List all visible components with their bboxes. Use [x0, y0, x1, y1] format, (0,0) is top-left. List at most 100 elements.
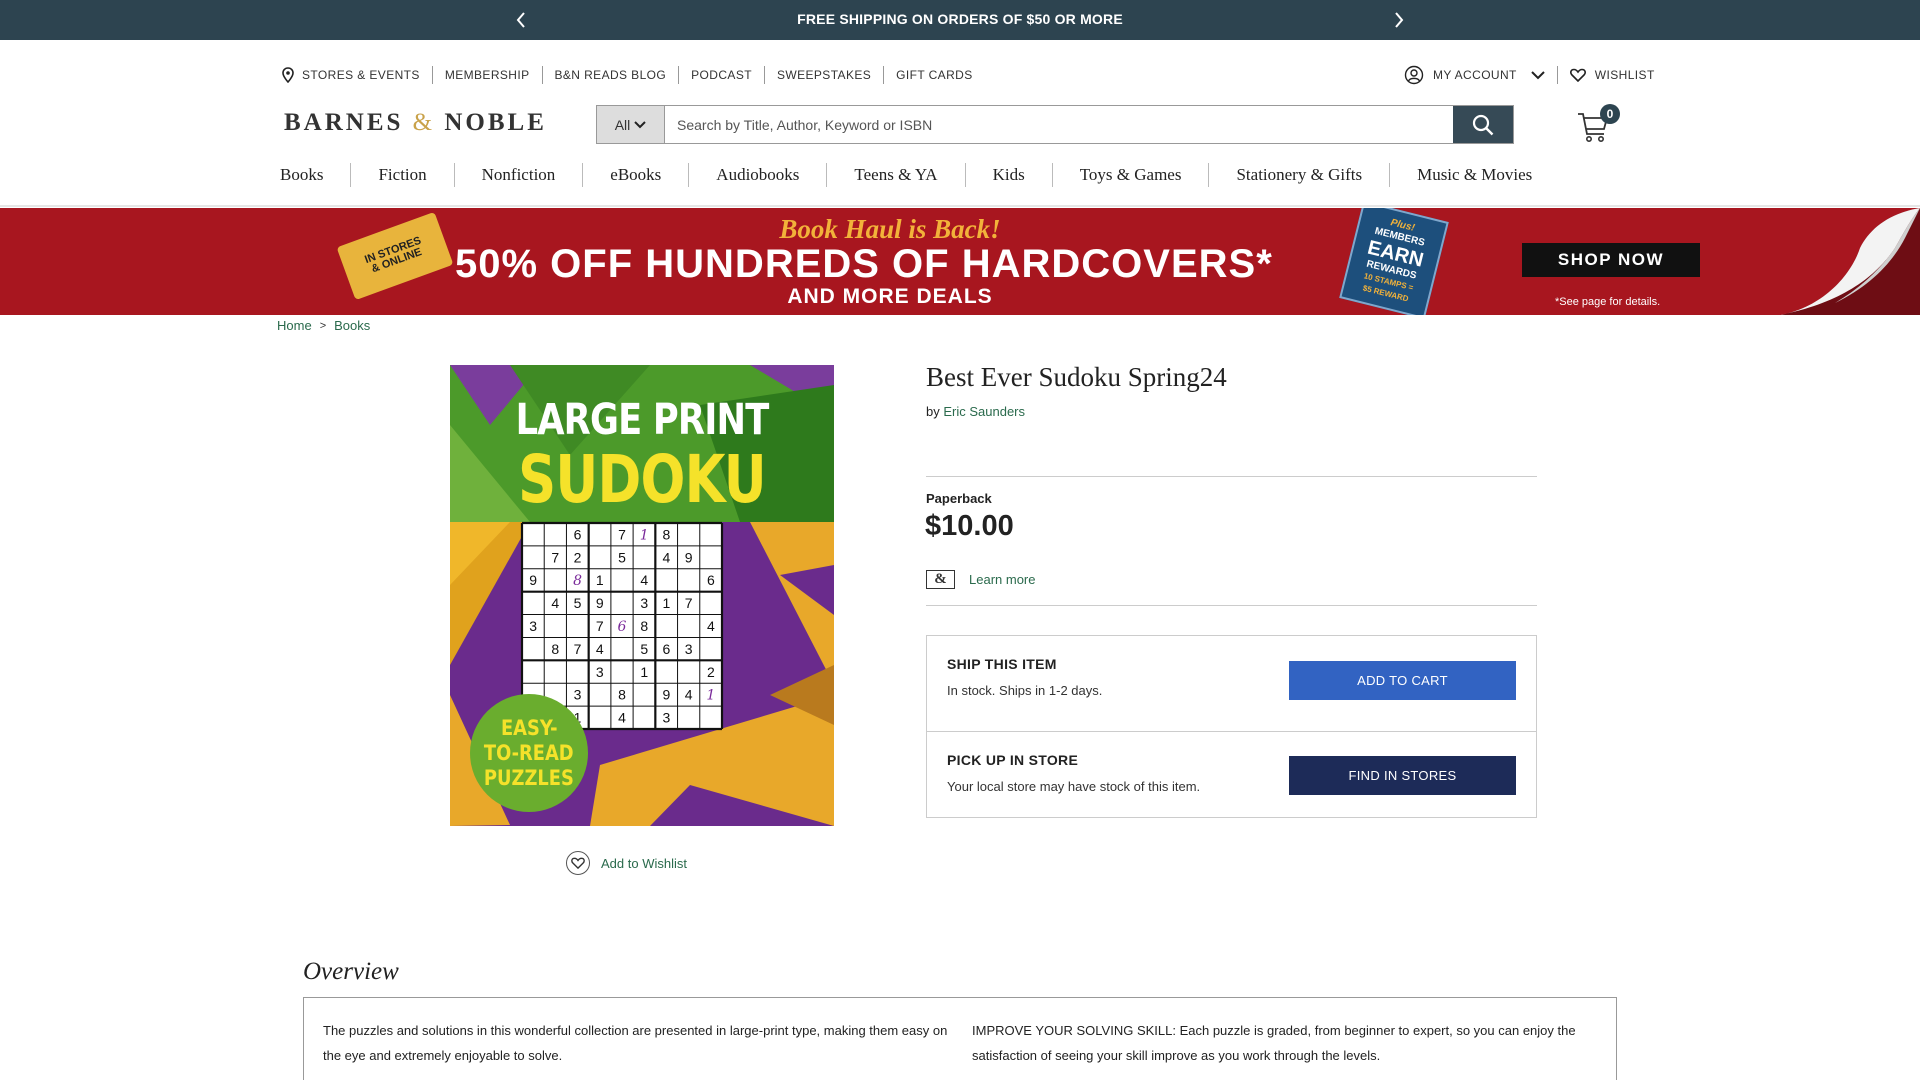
sudoku-cell-digit: 7	[685, 595, 693, 611]
wishlist-header-link[interactable]: WISHLIST	[1569, 66, 1655, 84]
utility-label: SWEEPSTAKES	[776, 68, 872, 82]
utility-gift-cards[interactable]: GIFT CARDS	[883, 66, 984, 84]
sudoku-cell-digit: 4	[618, 710, 626, 726]
sudoku-cell-digit: 8	[551, 641, 559, 657]
site-logo[interactable]: BARNES & NOBLE	[284, 109, 547, 137]
promo-banner[interactable]: IN STORES & ONLINE Book Haul is Back! 50…	[0, 208, 1920, 315]
find-in-stores-button[interactable]: FIND IN STORES	[1289, 756, 1516, 795]
sudoku-cell-digit: 3	[663, 710, 671, 726]
sudoku-cell-digit: 3	[529, 618, 537, 634]
add-to-wishlist-link[interactable]: Add to Wishlist	[566, 851, 687, 875]
sudoku-cell-digit: 7	[618, 526, 626, 542]
product-format: Paperback	[926, 491, 992, 506]
utility-reads-blog[interactable]: B&N READS BLOG	[541, 66, 679, 84]
nav-fiction[interactable]: Fiction	[350, 163, 453, 187]
nav-toys-games[interactable]: Toys & Games	[1051, 163, 1209, 187]
utility-nav: STORES & EVENTS MEMBERSHIP B&N READS BLO…	[282, 66, 985, 84]
my-account-button[interactable]: MY ACCOUNT	[1404, 65, 1545, 85]
sticker-line-1: EASY-	[500, 715, 558, 740]
account-divider	[1556, 66, 1558, 84]
cover-title-line-2: SUDOKU	[518, 441, 766, 518]
sudoku-cell-digit: 9	[663, 687, 671, 703]
promo-message[interactable]: FREE SHIPPING ON ORDERS OF $50 OR MORE	[0, 11, 1920, 27]
add-to-cart-button[interactable]: ADD TO CART	[1289, 661, 1516, 700]
banner-subline: AND MORE DEALS	[787, 285, 993, 308]
sudoku-cell-digit: 5	[574, 595, 582, 611]
product-cover-image[interactable]: LARGE PRINT SUDOKU 671872549981464593173…	[450, 365, 834, 826]
page-curl-graphic	[1780, 208, 1920, 315]
breadcrumb: Home > Books	[277, 318, 370, 333]
sudoku-cell-digit: 8	[640, 618, 648, 634]
account-nav: MY ACCOUNT WISHLIST	[1404, 65, 1655, 85]
nav-music-movies[interactable]: Music & Movies	[1389, 163, 1559, 187]
sudoku-cell-digit: 7	[596, 618, 604, 634]
search-button[interactable]	[1453, 106, 1513, 143]
breadcrumb-books[interactable]: Books	[334, 318, 370, 333]
utility-label: PODCAST	[691, 68, 752, 82]
sudoku-cell-digit: 1	[663, 595, 671, 611]
sudoku-cell-digit: 9	[596, 595, 604, 611]
utility-label: B&N READS BLOG	[554, 68, 667, 82]
utility-label: STORES & EVENTS	[302, 68, 420, 82]
banner-offer: 50% OFF HUNDREDS OF HARDCOVERS*	[455, 242, 1273, 286]
cart-count-badge: 0	[1600, 104, 1620, 124]
learn-more-link[interactable]: Learn more	[969, 572, 1035, 587]
sudoku-cell-digit: 1	[640, 664, 648, 680]
author-link[interactable]: Eric Saunders	[943, 404, 1025, 419]
sticker-line-3: PUZZLES	[484, 765, 574, 790]
cart-button[interactable]: 0	[1576, 104, 1622, 144]
utility-stores-events[interactable]: STORES & EVENTS	[282, 66, 432, 84]
nav-divider	[0, 205, 1920, 207]
sudoku-cell-digit: 6	[574, 526, 582, 542]
utility-label: MEMBERSHIP	[444, 68, 530, 82]
sudoku-cell-digit: 2	[574, 549, 582, 565]
add-to-wishlist-label: Add to Wishlist	[601, 855, 687, 871]
nav-kids[interactable]: Kids	[964, 163, 1052, 187]
shop-now-button[interactable]: SHOP NOW	[1522, 243, 1700, 277]
sudoku-cell-digit: 1	[706, 688, 715, 704]
utility-membership[interactable]: MEMBERSHIP	[431, 66, 542, 84]
divider	[926, 605, 1537, 606]
user-icon	[1404, 65, 1424, 85]
sudoku-cell-digit: 8	[618, 687, 626, 703]
utility-sweepstakes[interactable]: SWEEPSTAKES	[763, 66, 883, 84]
sudoku-cell-digit: 2	[707, 664, 715, 680]
logo-text-left: BARNES	[284, 109, 404, 136]
main-nav: Books Fiction Nonfiction eBooks Audioboo…	[280, 163, 1559, 187]
sudoku-cell-digit: 1	[640, 527, 649, 543]
pickup-option: PICK UP IN STORE Your local store may ha…	[927, 731, 1536, 817]
chevron-down-icon	[1531, 71, 1545, 80]
sudoku-cell-digit: 3	[574, 687, 582, 703]
ship-status: In stock. Ships in 1-2 days.	[947, 683, 1103, 698]
promo-next-button[interactable]	[1385, 6, 1413, 34]
nav-books[interactable]: Books	[280, 163, 350, 187]
membership-row: & Learn more	[926, 570, 1035, 589]
wishlist-label: WISHLIST	[1594, 68, 1655, 82]
sudoku-cell-digit: 6	[618, 619, 627, 635]
nav-teens-ya[interactable]: Teens & YA	[826, 163, 964, 187]
sudoku-cell-digit: 8	[663, 526, 671, 542]
divider	[926, 476, 1537, 477]
sudoku-cell-digit: 3	[596, 664, 604, 680]
utility-podcast[interactable]: PODCAST	[678, 66, 764, 84]
ship-heading: SHIP THIS ITEM	[947, 656, 1057, 672]
wishlist-circle	[566, 851, 590, 875]
nav-nonfiction[interactable]: Nonfiction	[453, 163, 583, 187]
overview-paragraph-2: IMPROVE YOUR SOLVING SKILL: Each puzzle …	[972, 1023, 1576, 1063]
search-scope-dropdown[interactable]: All	[597, 106, 665, 143]
sudoku-cell-digit: 6	[707, 572, 715, 588]
chevron-right-icon	[1395, 12, 1404, 28]
nav-stationery-gifts[interactable]: Stationery & Gifts	[1208, 163, 1389, 187]
sudoku-cell-digit: 4	[685, 687, 693, 703]
pickup-heading: PICK UP IN STORE	[947, 752, 1079, 768]
sudoku-cell-digit: 4	[551, 595, 559, 611]
sudoku-cell-digit: 5	[640, 641, 648, 657]
sudoku-cell-digit: 7	[551, 549, 559, 565]
overview-paragraph-1: The puzzles and solutions in this wonder…	[323, 1023, 948, 1063]
search-input[interactable]	[665, 106, 1453, 143]
sudoku-cell-digit: 1	[596, 572, 604, 588]
nav-audiobooks[interactable]: Audiobooks	[688, 163, 826, 187]
nav-ebooks[interactable]: eBooks	[582, 163, 688, 187]
sudoku-cell-digit: 4	[707, 618, 715, 634]
breadcrumb-home[interactable]: Home	[277, 318, 312, 333]
